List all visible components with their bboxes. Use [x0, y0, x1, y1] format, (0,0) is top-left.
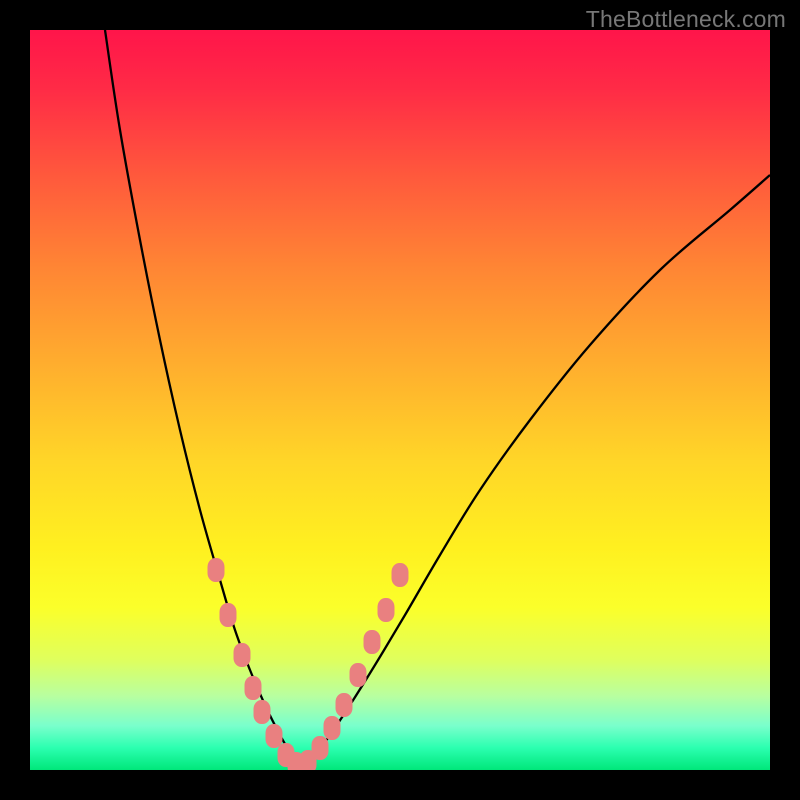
marker-point [324, 716, 341, 740]
chart-frame: TheBottleneck.com [0, 0, 800, 800]
left-curve [105, 30, 300, 765]
highlighted-points [208, 558, 409, 770]
watermark-text: TheBottleneck.com [586, 6, 786, 33]
marker-point [208, 558, 225, 582]
marker-point [266, 724, 283, 748]
right-curve [300, 175, 770, 765]
plot-area [30, 30, 770, 770]
marker-point [378, 598, 395, 622]
marker-point [234, 643, 251, 667]
curves-svg [30, 30, 770, 770]
marker-point [350, 663, 367, 687]
marker-point [364, 630, 381, 654]
marker-point [392, 563, 409, 587]
marker-point [312, 736, 329, 760]
marker-point [254, 700, 271, 724]
marker-point [336, 693, 353, 717]
marker-point [220, 603, 237, 627]
marker-point [245, 676, 262, 700]
